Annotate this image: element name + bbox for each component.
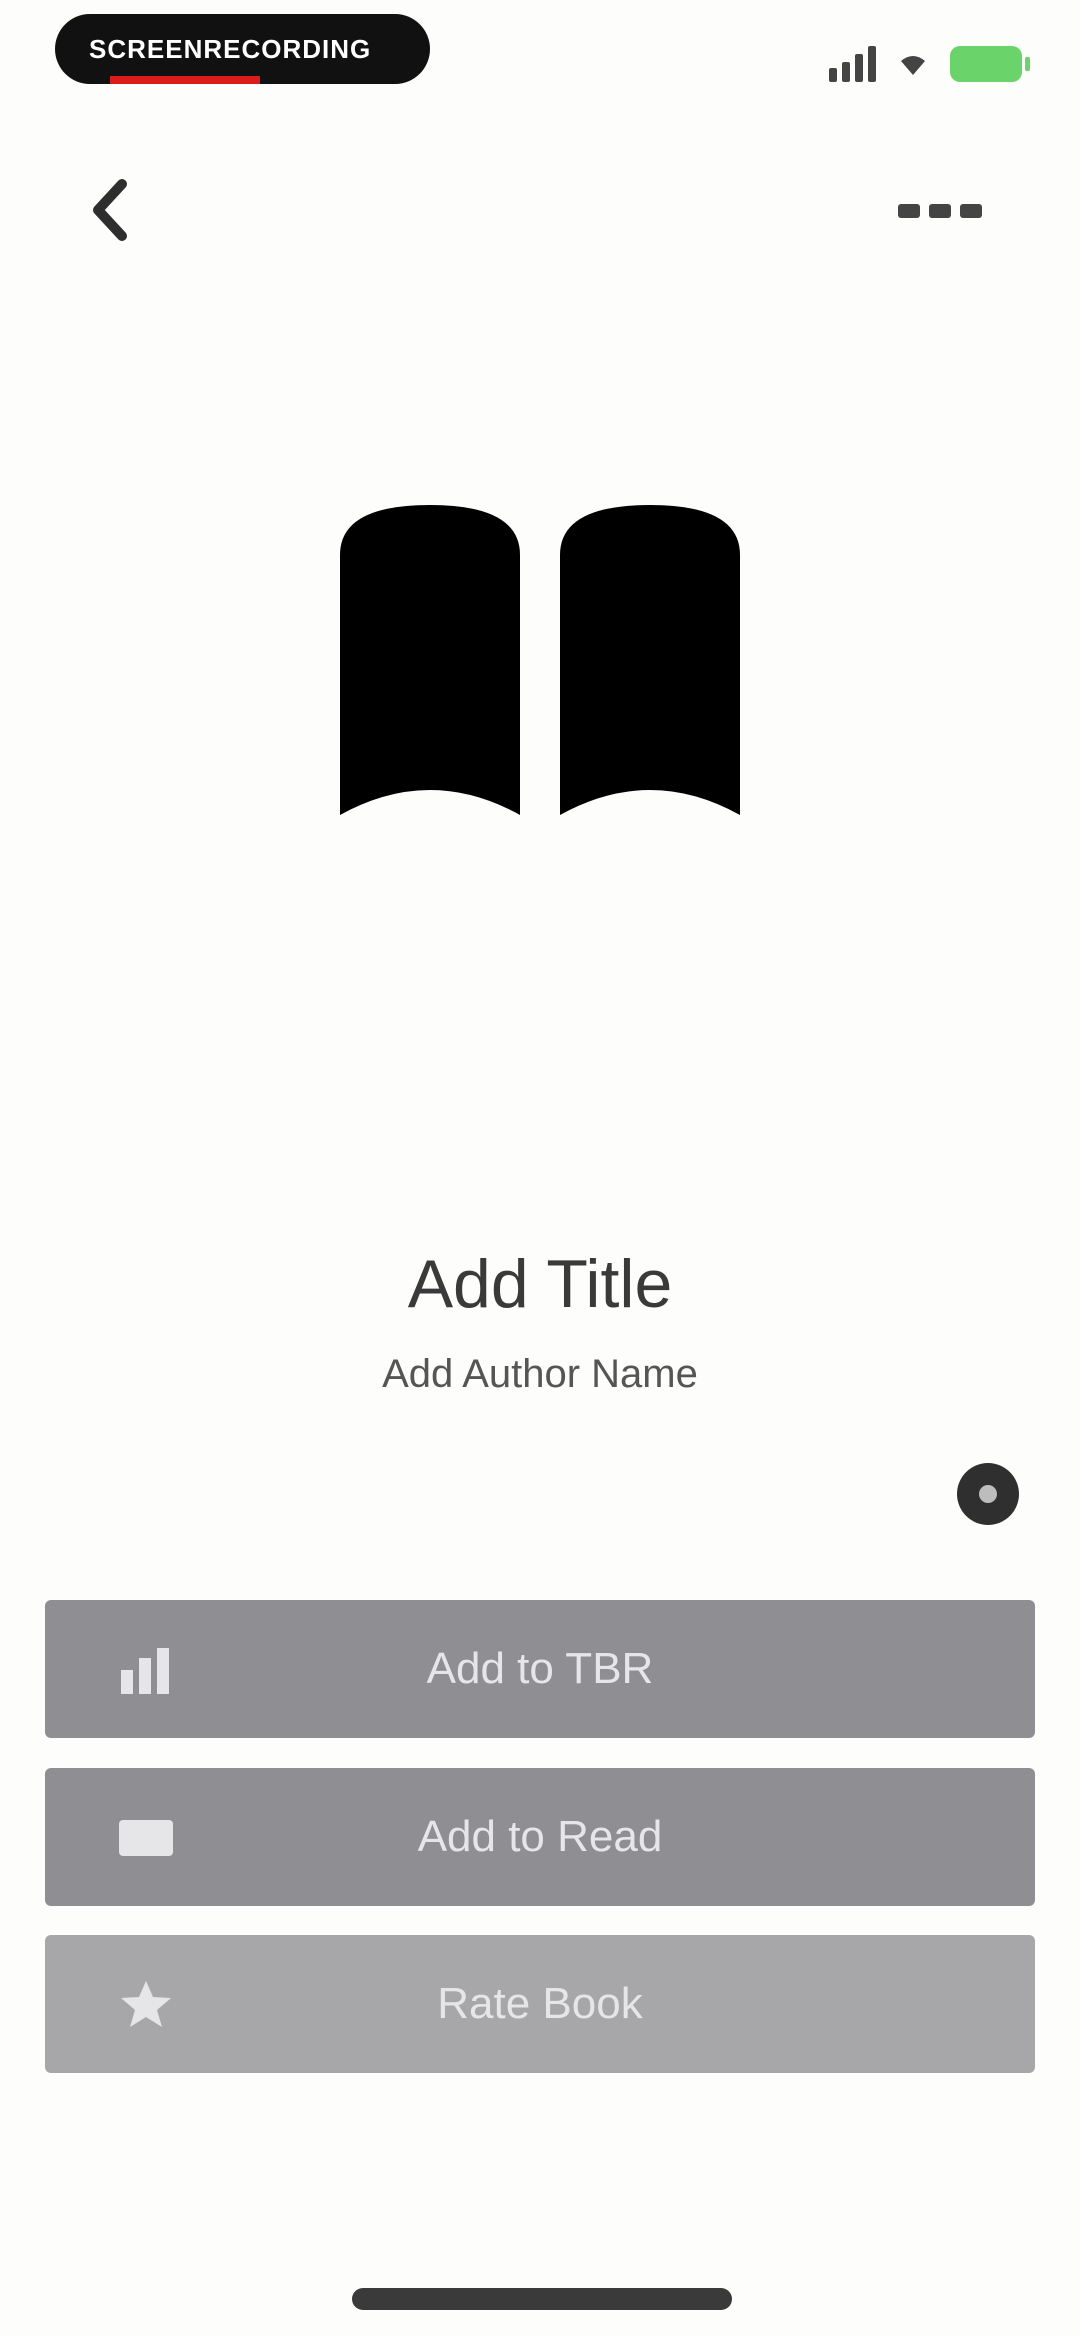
back-button[interactable] [80,170,140,250]
add-to-tbr-button[interactable]: Add to TBR [45,1600,1035,1738]
more-dot-icon [898,204,920,218]
add-to-tbr-label: Add to TBR [426,1644,654,1693]
add-to-read-label: Add to Read [417,1812,663,1861]
rate-book-label: Rate Book [437,1979,643,2028]
recording-indicator [110,76,260,84]
more-dot-icon [960,204,982,218]
status-icons [829,46,1030,82]
wifi-icon [901,56,925,75]
open-book-icon[interactable] [330,495,750,835]
home-indicator[interactable] [352,2288,732,2310]
more-options-button[interactable] [898,196,982,226]
author-name[interactable]: Add Author Name [0,1352,1080,1397]
rate-book-button[interactable]: Rate Book [45,1935,1035,2073]
battery-icon [950,46,1030,82]
chevron-left-icon [93,179,127,241]
info-button[interactable] [957,1463,1019,1525]
screen-recording-pill[interactable]: SCREENRECORDING [55,14,430,84]
more-dot-icon [929,204,951,218]
add-to-read-button[interactable]: Add to Read [45,1768,1035,1906]
signal-icon [829,46,876,82]
book-title[interactable]: Add Title [0,1245,1080,1323]
screen-recording-label: SCREENRECORDING [89,34,372,64]
